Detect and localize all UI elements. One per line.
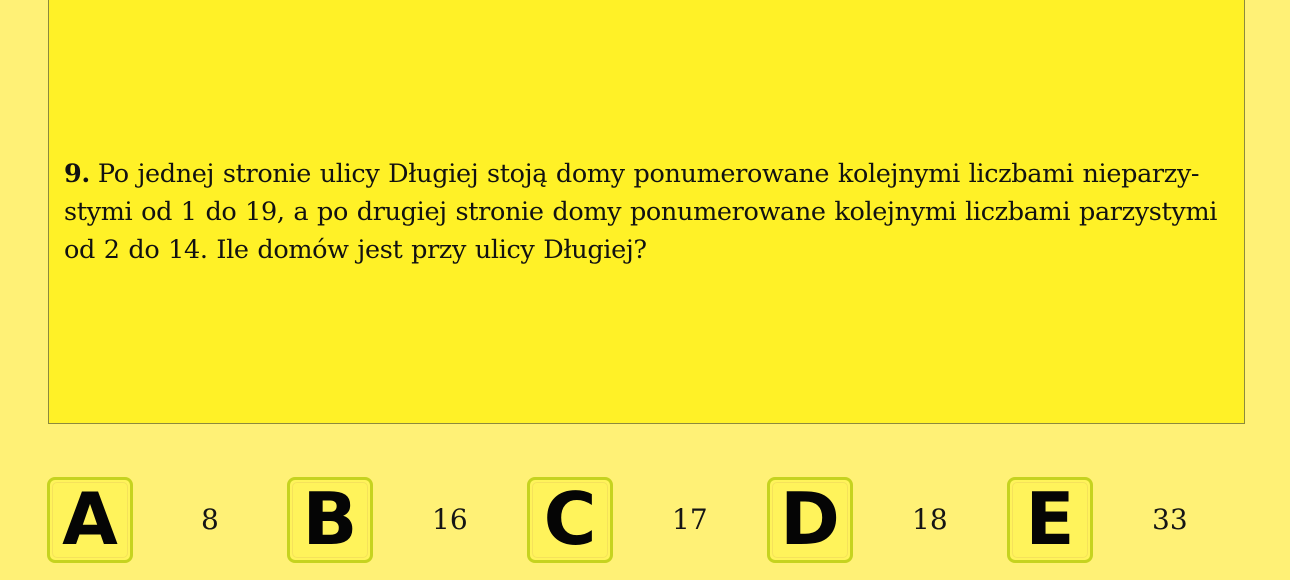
answer-e-letter: E xyxy=(1025,477,1075,561)
answer-a-box[interactable]: A xyxy=(47,477,133,563)
question-line-3: od 2 do 14. Ile domów jest przy ulicy Dł… xyxy=(64,235,647,265)
question-panel: 9. Po jednej stronie ulicy Długiej stoją … xyxy=(48,0,1245,424)
answer-a-letter: A xyxy=(62,477,118,561)
question-line-1: 9. Po jednej stronie ulicy Długiej stoją … xyxy=(64,155,1234,193)
answer-e-value: 33 xyxy=(1152,503,1188,536)
question-line-2: stymi od 1 do 19, a po drugiej stronie d… xyxy=(64,197,1218,227)
question-number: 9. xyxy=(64,159,90,189)
answer-b-value: 16 xyxy=(432,503,468,536)
answer-d-letter: D xyxy=(780,477,840,561)
answer-b-box[interactable]: B xyxy=(287,477,373,563)
answer-d-value: 18 xyxy=(912,503,948,536)
answer-e-box[interactable]: E xyxy=(1007,477,1093,563)
answer-b-letter: B xyxy=(302,477,358,561)
answer-a-value: 8 xyxy=(201,503,219,536)
answer-c-box[interactable]: C xyxy=(527,477,613,563)
question-line-1-text: Po jednej stronie ulicy Długiej stoją do… xyxy=(97,159,1200,189)
question-text: 9. Po jednej stronie ulicy Długiej stoją … xyxy=(64,155,1234,269)
answer-c-value: 17 xyxy=(672,503,708,536)
answer-d-box[interactable]: D xyxy=(767,477,853,563)
answer-c-letter: C xyxy=(543,477,597,561)
